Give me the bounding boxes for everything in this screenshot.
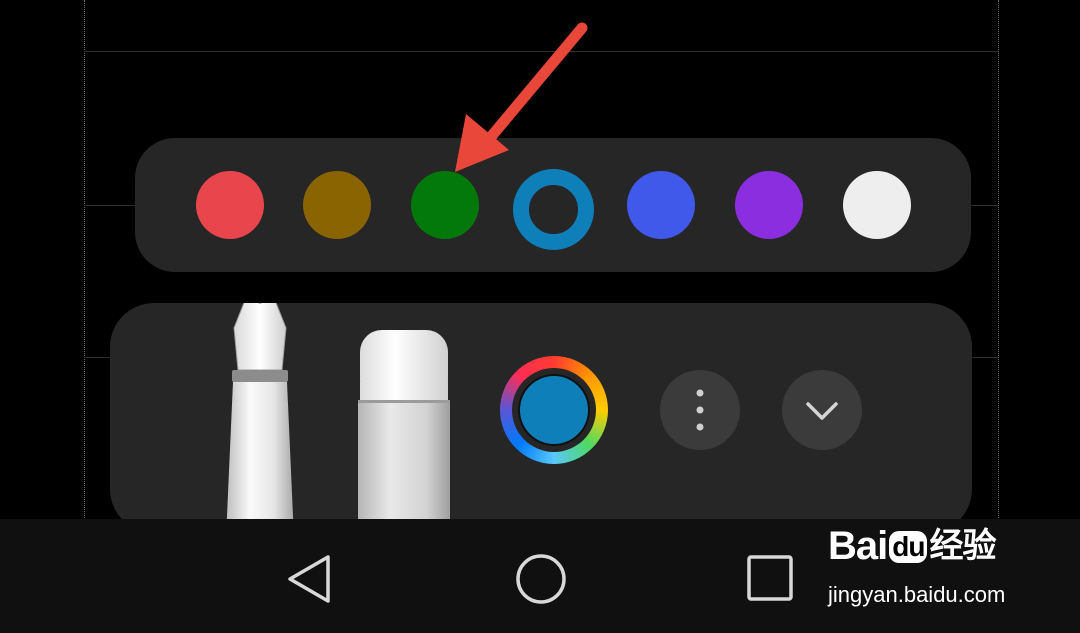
home-icon[interactable] [512,550,570,608]
baidu-jingyan-watermark: Bai du 经验 jingyan.baidu.com [828,518,1028,610]
logo-paw-du: du [889,531,928,563]
logo-text-bai: Bai [828,524,888,568]
watermark-url: jingyan.baidu.com [828,582,1006,607]
logo-text-jingyan: 经验 [929,527,996,565]
recents-icon[interactable] [744,552,796,604]
back-icon[interactable] [280,551,336,607]
baidu-logo: Bai du 经验 [828,518,996,569]
